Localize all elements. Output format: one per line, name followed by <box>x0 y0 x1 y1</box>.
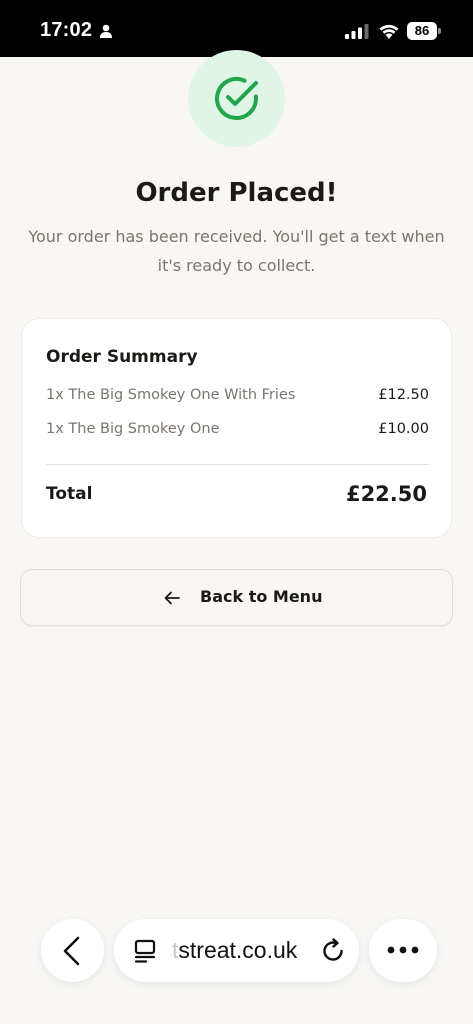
summary-line-item: 1x The Big Smokey One £10.00 <box>46 421 429 443</box>
battery-icon: 86 <box>407 22 441 40</box>
summary-divider <box>46 464 429 465</box>
tabs-icon <box>134 939 156 963</box>
back-to-menu-button[interactable]: Back to Menu <box>20 569 453 626</box>
back-to-menu-label: Back to Menu <box>200 587 323 606</box>
summary-line-item: 1x The Big Smokey One With Fries £12.50 <box>46 387 429 409</box>
battery-level: 86 <box>407 22 437 40</box>
status-bar: 17:02 86 <box>0 0 473 57</box>
reload-icon[interactable] <box>320 938 346 964</box>
confirmation-message: Your order has been received. You'll get… <box>28 227 445 275</box>
item-price: £10.00 <box>378 421 429 437</box>
browser-back-button[interactable] <box>41 919 104 982</box>
total-label: Total <box>46 484 93 504</box>
battery-tip <box>438 28 441 34</box>
total-value: £22.50 <box>345 482 427 506</box>
browser-more-button[interactable] <box>369 919 437 982</box>
signal-icon <box>345 24 369 39</box>
order-summary-card: Order Summary 1x The Big Smokey One With… <box>21 318 452 538</box>
chevron-left-icon <box>63 936 80 966</box>
address-bar[interactable]: tstreat.co.uk <box>114 919 359 982</box>
status-time: 17:02 <box>40 19 93 41</box>
check-circle-icon <box>215 77 258 120</box>
item-name: 1x The Big Smokey One <box>46 421 220 437</box>
person-icon <box>100 24 112 38</box>
item-name: 1x The Big Smokey One With Fries <box>46 387 296 403</box>
arrow-left-icon <box>164 591 180 605</box>
summary-title: Order Summary <box>46 347 198 367</box>
item-price: £12.50 <box>378 387 429 403</box>
wifi-icon <box>379 24 399 39</box>
url-text: tstreat.co.uk <box>172 937 297 964</box>
url-domain: streat.co.uk <box>178 937 298 963</box>
more-icon <box>387 946 419 954</box>
success-badge <box>188 50 285 147</box>
page-title: Order Placed! <box>135 178 338 208</box>
